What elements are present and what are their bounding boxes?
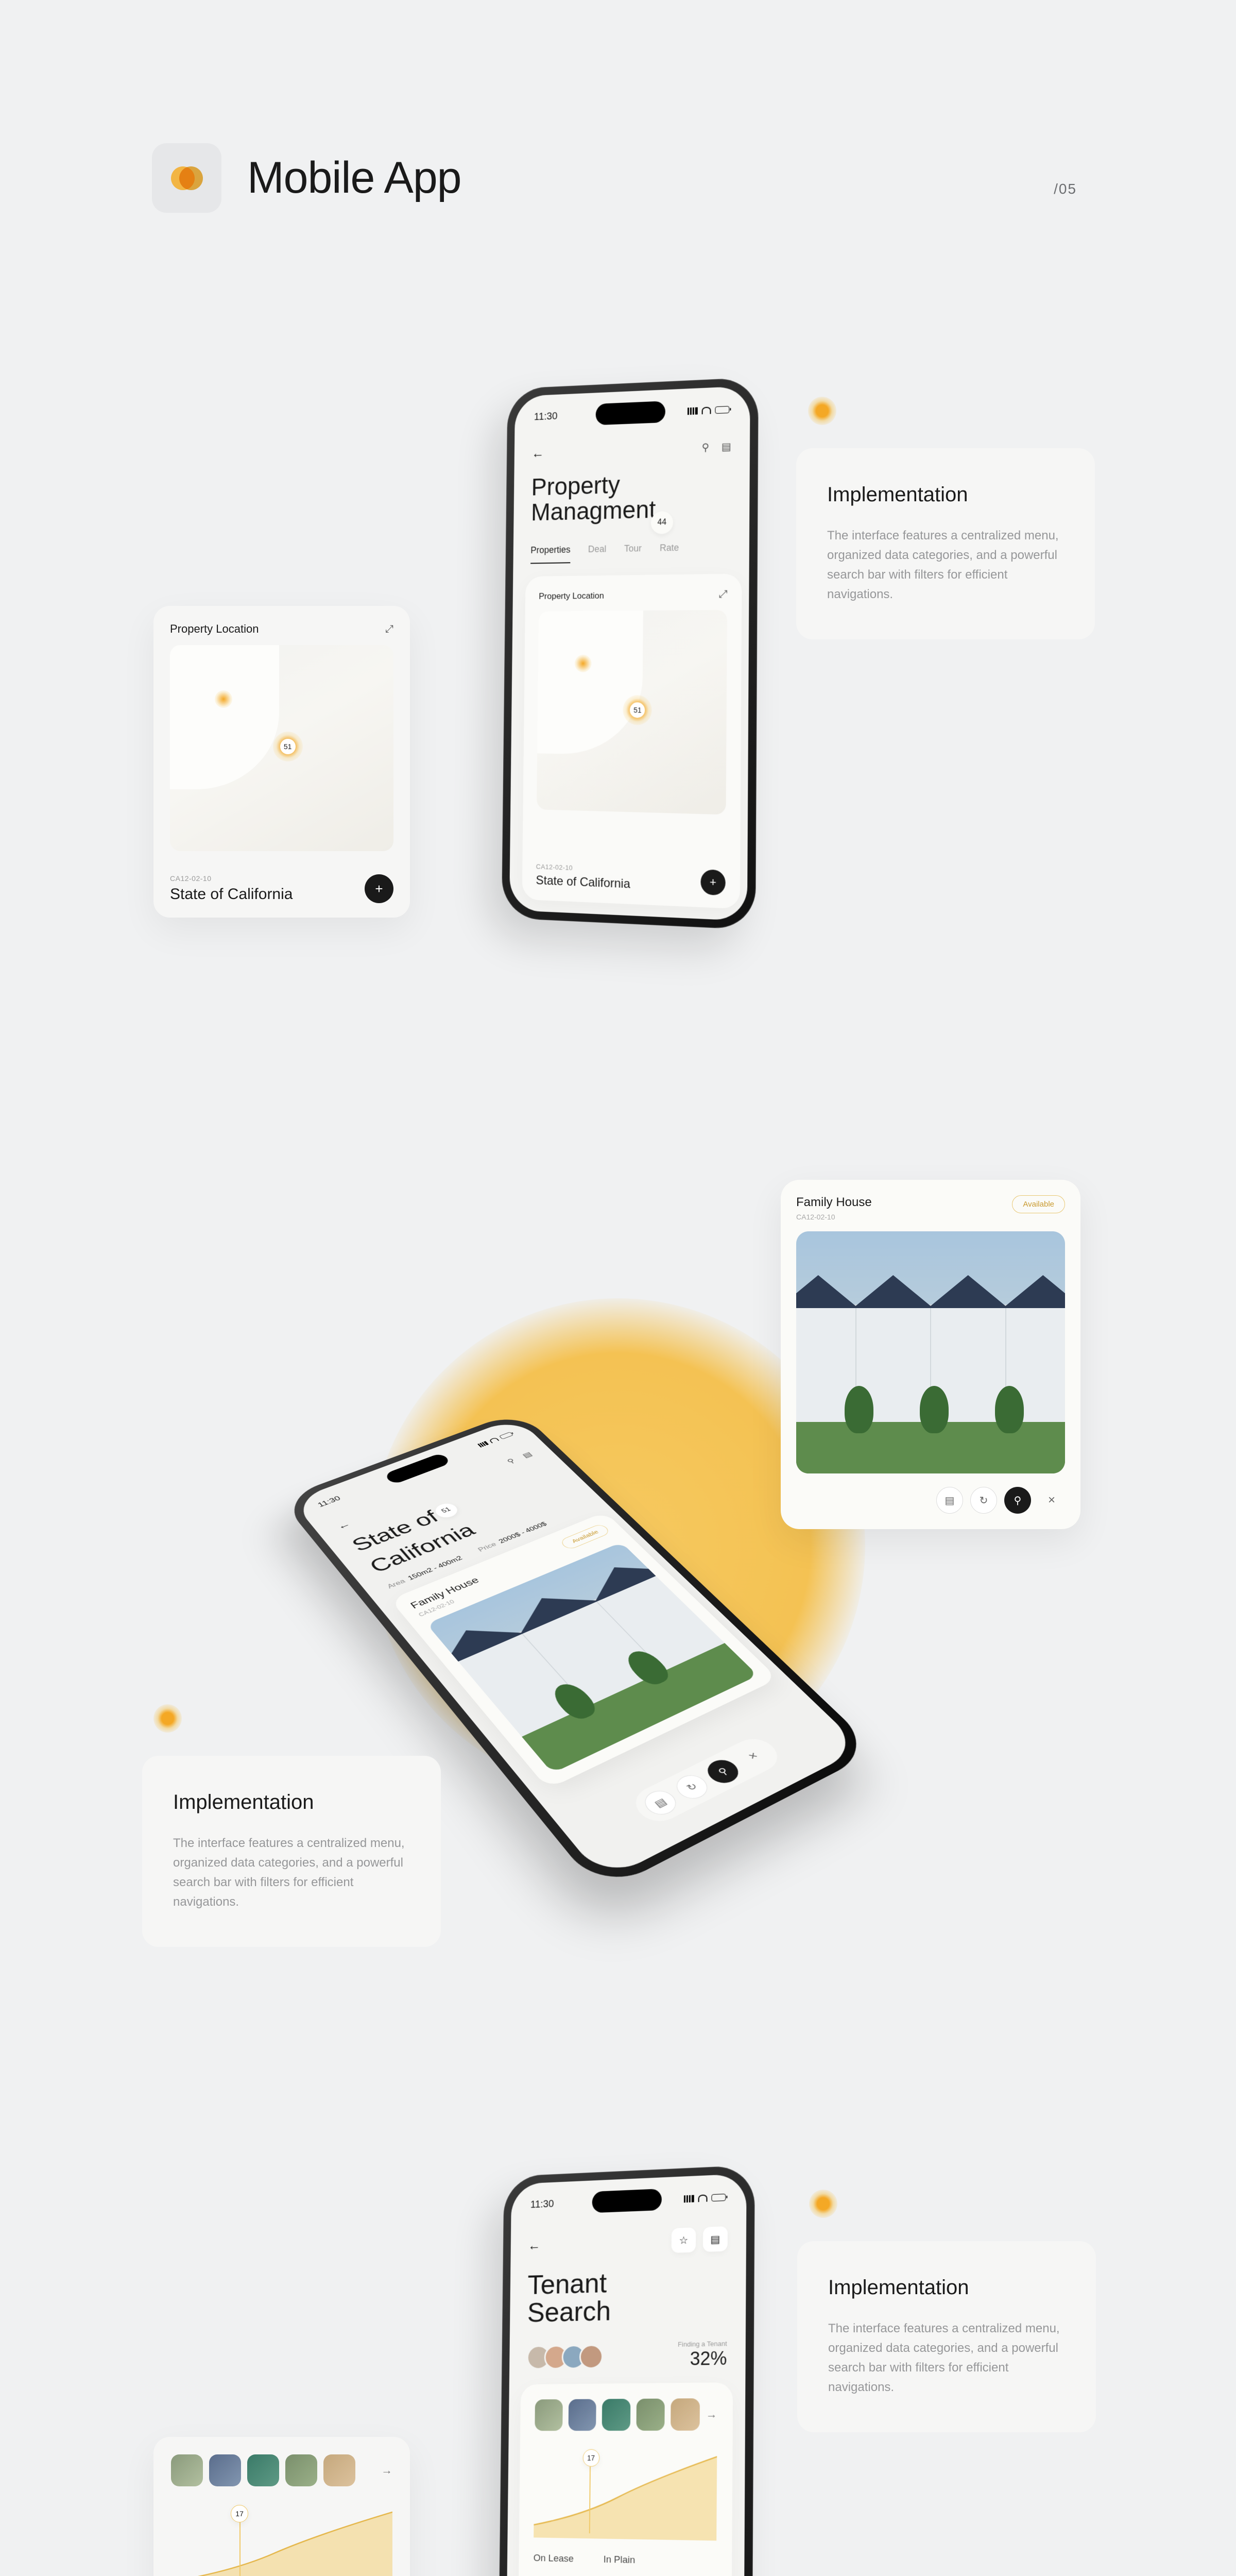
back-icon[interactable]: ← <box>531 445 544 461</box>
page-number: /05 <box>1054 181 1077 197</box>
thumbnail[interactable] <box>568 2399 596 2431</box>
grid-button[interactable]: ▤ <box>703 2226 728 2252</box>
count-badge: 44 <box>651 511 673 534</box>
signal-icon <box>688 407 698 415</box>
search-button[interactable]: ⚲ <box>1004 1487 1031 1514</box>
info-card: Implementation The interface features a … <box>796 448 1095 639</box>
back-icon[interactable]: ← <box>334 1519 353 1532</box>
map-pin-icon[interactable]: 51 <box>623 695 652 725</box>
tab-rate[interactable]: Rate <box>660 543 679 562</box>
info-title: Implementation <box>173 1791 410 1814</box>
add-button[interactable]: + <box>700 869 726 895</box>
page-header: Mobile App <box>152 143 461 213</box>
dot-icon <box>809 2190 837 2218</box>
percent-label: Finding a Tenant <box>678 2340 727 2348</box>
search-icon[interactable]: ⚲ <box>702 441 710 454</box>
grid-icon[interactable]: ▤ <box>521 1450 535 1459</box>
available-badge: Available <box>1012 1195 1065 1213</box>
search-button[interactable]: ⚲ <box>702 1756 744 1787</box>
tab-properties[interactable]: Properties <box>530 545 571 564</box>
dot-icon <box>808 397 836 425</box>
phone-mockup-1: 11:30 ← ⚲ ▤ Property Managment 44 Pr <box>502 377 759 930</box>
thumbnail[interactable] <box>602 2399 630 2431</box>
thumbnail[interactable] <box>209 2454 241 2486</box>
available-badge: Available <box>559 1523 611 1550</box>
card-title: Family House <box>796 1195 872 1210</box>
arrow-icon[interactable]: → <box>706 2408 717 2421</box>
map-view[interactable]: 51 <box>537 610 727 815</box>
lease-chart: 17 <box>171 2502 392 2576</box>
expand-icon[interactable]: ⤢ <box>385 623 393 635</box>
family-house-card: Family House CA12-02-10 Available ▤ ↻ ⚲ … <box>781 1180 1080 1529</box>
bottom-toolbar: ▤ ↻ ⚲ × <box>627 1733 786 1828</box>
map-pin-icon[interactable]: 51 <box>273 732 303 761</box>
add-button[interactable]: + <box>365 874 393 903</box>
grid-button[interactable]: ▤ <box>639 1787 682 1819</box>
refresh-button[interactable]: ↻ <box>970 1487 997 1514</box>
info-card: Implementation The interface features a … <box>797 2241 1096 2432</box>
logo-icon <box>152 143 221 213</box>
location-name: State of California <box>170 886 293 903</box>
thumbnail[interactable] <box>247 2454 279 2486</box>
info-body: The interface features a centralized men… <box>828 2319 1065 2397</box>
thumbnail[interactable] <box>285 2454 317 2486</box>
card-code: CA12-02-10 <box>796 1213 872 1221</box>
lease-chart: 17 <box>534 2446 717 2541</box>
phone-mockup-3: 11:30 ← ☆ ▤ Tenant Search <box>498 2165 755 2576</box>
page-title: Mobile App <box>247 152 461 204</box>
dot-icon <box>153 1704 182 1733</box>
chart-pin: 17 <box>231 2505 248 2522</box>
avatar-group <box>527 2344 597 2369</box>
tab-deal[interactable]: Deal <box>588 544 607 563</box>
close-button[interactable]: × <box>732 1741 775 1772</box>
location-code: CA12-02-10 <box>170 874 293 883</box>
screen-title-l1: Tenant <box>527 2266 727 2299</box>
tab-tour[interactable]: Tour <box>624 543 642 562</box>
close-button[interactable]: × <box>1038 1487 1065 1514</box>
grid-button[interactable]: ▤ <box>936 1487 963 1514</box>
thumbnail[interactable] <box>671 2398 699 2431</box>
map-card: Property Location ⤢ 51 CA12-02-10 State … <box>153 606 410 918</box>
chart-pin: 17 <box>582 2449 599 2467</box>
thumbnail[interactable] <box>171 2454 203 2486</box>
thumbnail-row: → <box>171 2454 392 2486</box>
grid-icon[interactable]: ▤ <box>722 440 731 453</box>
map-view[interactable]: 51 <box>170 645 393 851</box>
info-body: The interface features a centralized men… <box>173 1834 410 1912</box>
avatar[interactable] <box>579 2344 603 2369</box>
refresh-button[interactable]: ↻ <box>671 1771 713 1803</box>
chart-card: → 17 On Lease 36○ In Plain 15○ <box>153 2437 410 2576</box>
map-label: Property Location <box>170 622 259 636</box>
tab-bar: Properties Deal Tour Rate <box>530 541 731 564</box>
property-image <box>796 1231 1065 1473</box>
map-card-phone: Property Location ⤢ 51 CA12-02-10 State … <box>522 573 742 909</box>
wifi-icon <box>702 406 711 414</box>
stats-card: → 17 On Lease 36○ In Plain <box>518 2382 733 2576</box>
back-icon[interactable]: ← <box>528 2238 541 2253</box>
search-icon[interactable]: ⚲ <box>505 1457 517 1465</box>
screen-title-l2: Search <box>527 2294 728 2327</box>
star-button[interactable]: ☆ <box>672 2227 696 2253</box>
info-title: Implementation <box>827 483 1064 506</box>
info-card: Implementation The interface features a … <box>142 1756 441 1947</box>
thumbnail[interactable] <box>323 2454 355 2486</box>
expand-icon[interactable]: ⤢ <box>719 588 727 600</box>
battery-icon <box>715 405 729 413</box>
info-body: The interface features a centralized men… <box>827 526 1064 604</box>
arrow-icon[interactable]: → <box>381 2464 392 2477</box>
screen-title-l2: Managment <box>531 495 731 526</box>
info-title: Implementation <box>828 2276 1065 2299</box>
percent-value: 32% <box>678 2348 727 2370</box>
thumbnail[interactable] <box>535 2399 562 2431</box>
thumbnail[interactable] <box>636 2399 665 2431</box>
